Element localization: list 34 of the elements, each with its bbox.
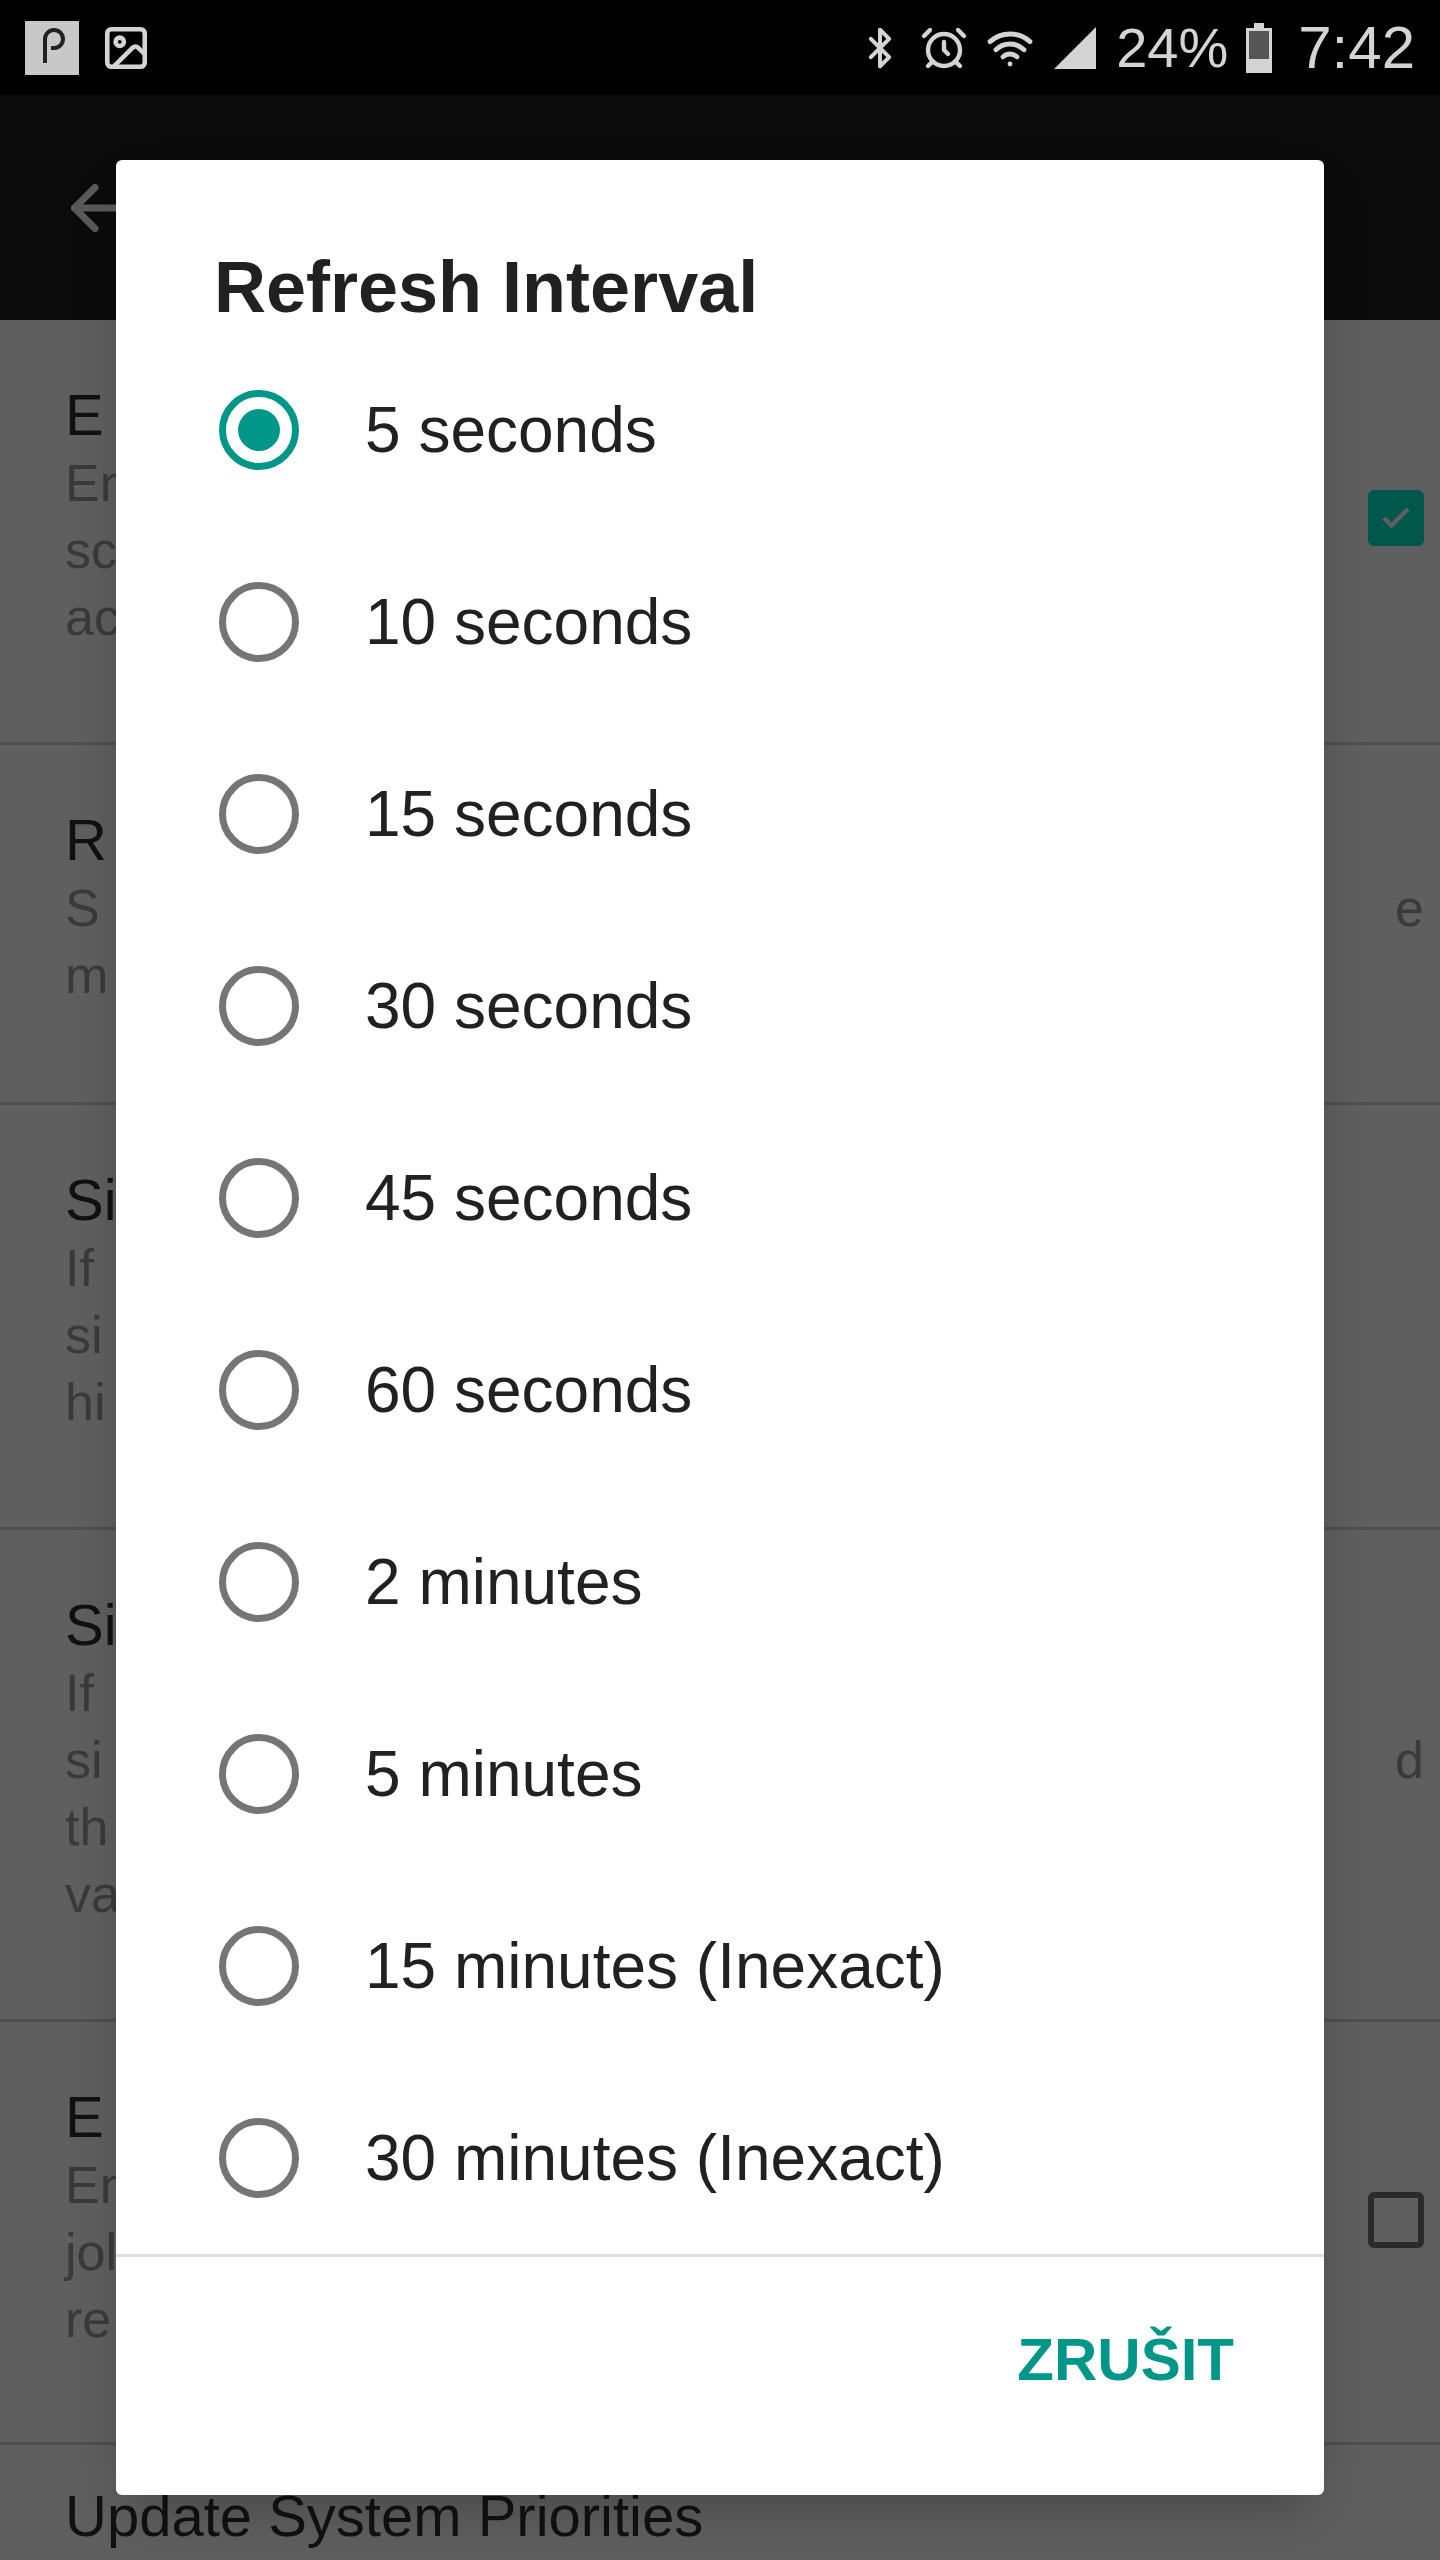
option-label[interactable]: 10 seconds [365, 574, 693, 670]
clock: 7:42 [1298, 12, 1415, 83]
dialog-title: Refresh Interval [213, 246, 760, 329]
radio-button[interactable] [219, 1350, 299, 1430]
radio-button[interactable] [219, 774, 299, 854]
radio-button[interactable] [219, 582, 299, 662]
radio-button[interactable] [219, 1542, 299, 1622]
battery-percent: 24% [1116, 14, 1229, 81]
setting-title: E [65, 381, 104, 449]
radio-button[interactable] [219, 1158, 299, 1238]
checkbox[interactable] [1368, 490, 1424, 546]
option-label[interactable]: 45 seconds [365, 1150, 693, 1246]
setting-title: Update System Priorities [65, 2482, 704, 2550]
setting-title: Si [65, 1166, 117, 1234]
radio-button[interactable] [219, 2118, 299, 2198]
radio-button[interactable] [219, 1734, 299, 1814]
option-label[interactable]: 5 seconds [365, 382, 657, 478]
radio-button[interactable] [219, 390, 299, 470]
option-label[interactable]: 15 minutes (Inexact) [365, 1918, 945, 2014]
option-label[interactable]: 2 minutes [365, 1534, 643, 1630]
option-label[interactable]: 5 minutes [365, 1726, 643, 1822]
setting-title: E [65, 2083, 104, 2151]
checkbox[interactable] [1368, 2192, 1424, 2248]
radio-button[interactable] [219, 966, 299, 1046]
app-icon [25, 20, 79, 75]
option-label[interactable]: 15 seconds [365, 766, 693, 862]
setting-title: R [65, 806, 107, 874]
radio-button[interactable] [219, 1926, 299, 2006]
option-label[interactable]: 60 seconds [365, 1342, 693, 1438]
option-label[interactable]: 30 minutes (Inexact) [365, 2110, 945, 2206]
setting-title: Si [65, 1591, 117, 1659]
option-label[interactable]: 30 seconds [365, 958, 693, 1054]
cancel-button[interactable]: ZRUŠIT [1007, 2315, 1244, 2405]
battery-icon [1246, 22, 1273, 73]
